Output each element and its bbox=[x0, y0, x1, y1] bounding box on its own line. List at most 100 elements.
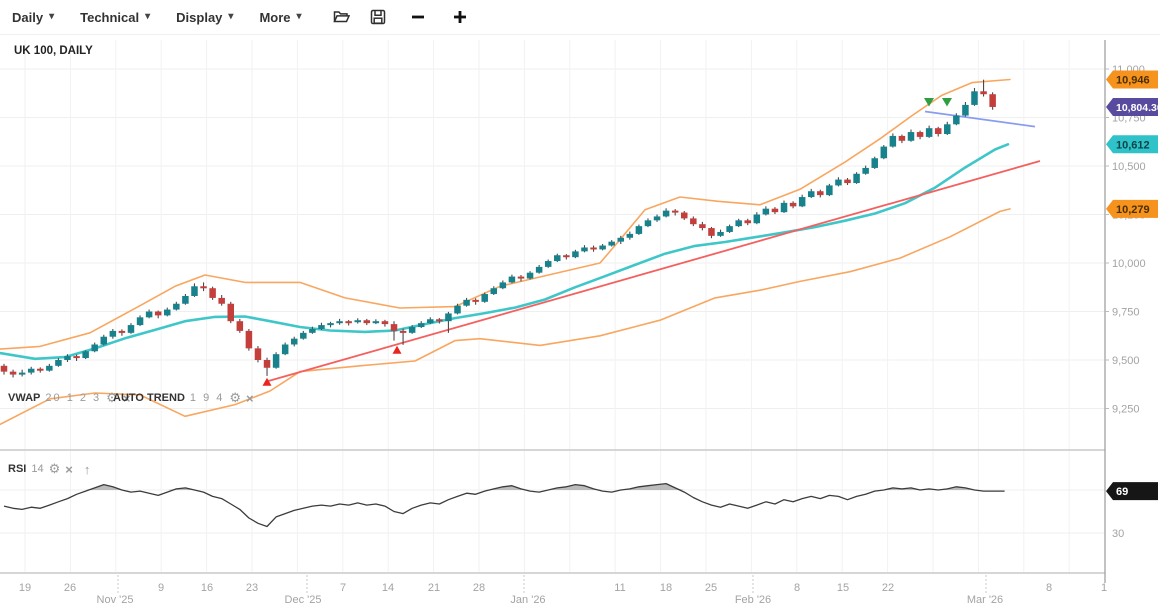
week-tick-label: 16 bbox=[201, 582, 213, 594]
candle bbox=[463, 300, 470, 306]
price-tick-label: 10,500 bbox=[1112, 161, 1146, 173]
resistance-trendline bbox=[925, 111, 1035, 126]
open-folder-icon bbox=[333, 9, 350, 25]
support-trendline bbox=[268, 161, 1040, 381]
candle bbox=[672, 211, 679, 213]
candle bbox=[400, 331, 407, 333]
price-badge: 10,946 bbox=[1106, 70, 1158, 88]
candle bbox=[336, 321, 343, 323]
candle bbox=[436, 319, 443, 321]
candle bbox=[581, 247, 588, 251]
move-pane-up-icon[interactable]: ↑ bbox=[84, 462, 91, 477]
candle bbox=[572, 251, 579, 257]
candle bbox=[944, 124, 951, 134]
zoom-in-button[interactable] bbox=[443, 4, 477, 30]
candle bbox=[763, 209, 770, 215]
minus-icon bbox=[410, 9, 426, 25]
buy-signal-marker bbox=[263, 378, 272, 386]
candle bbox=[599, 246, 606, 250]
candle bbox=[881, 147, 888, 159]
candle bbox=[91, 344, 98, 351]
candle bbox=[200, 286, 207, 288]
week-tick-label: 8 bbox=[1046, 582, 1052, 594]
candle bbox=[890, 136, 897, 147]
week-tick-label: 23 bbox=[246, 582, 258, 594]
candle bbox=[354, 320, 361, 322]
chevron-down-icon: ▾ bbox=[297, 12, 302, 22]
candle bbox=[536, 267, 543, 273]
candle bbox=[808, 191, 815, 197]
week-tick-label: 1 bbox=[1101, 582, 1107, 594]
candle bbox=[726, 226, 733, 232]
candle bbox=[663, 211, 670, 217]
candle bbox=[908, 132, 915, 141]
more-menu-label: More bbox=[259, 10, 290, 25]
technical-menu[interactable]: Technical ▾ bbox=[68, 4, 162, 31]
month-tick-label: Nov '25 bbox=[97, 594, 134, 606]
candle bbox=[255, 348, 262, 360]
candle bbox=[309, 329, 316, 333]
candle bbox=[209, 288, 216, 298]
rsi-params: 14 bbox=[31, 463, 43, 475]
candle bbox=[980, 91, 987, 94]
candle bbox=[690, 218, 697, 224]
close-icon[interactable]: × bbox=[65, 462, 73, 477]
price-tick-label: 9,500 bbox=[1112, 355, 1140, 367]
price-tick-label: 10,000 bbox=[1112, 258, 1146, 270]
candle bbox=[844, 180, 851, 183]
candle bbox=[826, 185, 833, 195]
candle bbox=[781, 203, 788, 212]
candle bbox=[645, 220, 652, 226]
time-axis[interactable]: 19269162371421281118258152281Nov '25Dec … bbox=[19, 582, 1107, 606]
candle bbox=[101, 337, 108, 345]
zoom-out-button[interactable] bbox=[401, 4, 435, 30]
candle bbox=[744, 220, 751, 223]
candle bbox=[110, 331, 117, 337]
candle bbox=[373, 321, 380, 323]
candle bbox=[772, 209, 779, 212]
open-chart-button[interactable] bbox=[324, 4, 359, 30]
price-chart-canvas[interactable]: 11,00010,75010,50010,25010,0009,7509,500… bbox=[0, 0, 1160, 606]
price-tick-label: 9,750 bbox=[1112, 307, 1140, 319]
candle bbox=[853, 174, 860, 183]
gear-icon[interactable]: ⚙ bbox=[49, 461, 61, 477]
candle bbox=[10, 372, 17, 375]
more-menu[interactable]: More ▾ bbox=[247, 4, 313, 31]
candle bbox=[608, 242, 615, 246]
candle bbox=[73, 356, 80, 358]
week-tick-label: 19 bbox=[19, 582, 31, 594]
candle bbox=[835, 180, 842, 186]
candle bbox=[699, 224, 706, 228]
candle bbox=[735, 220, 742, 226]
candle bbox=[64, 356, 71, 360]
vwap-params: 20 1 2 3 bbox=[45, 392, 101, 404]
timeframe-menu[interactable]: Daily ▾ bbox=[0, 4, 66, 31]
save-chart-button[interactable] bbox=[361, 4, 395, 30]
candle bbox=[364, 320, 371, 323]
chevron-down-icon: ▾ bbox=[145, 12, 150, 22]
svg-text:69: 69 bbox=[1116, 486, 1128, 498]
chart-toolbar: Daily ▾ Technical ▾ Display ▾ More ▾ bbox=[0, 0, 1160, 35]
auto-trend-indicator-legend: AUTO TREND 1 9 4 ⚙ × bbox=[113, 390, 254, 406]
close-icon[interactable]: × bbox=[246, 391, 254, 406]
candle bbox=[327, 323, 334, 325]
candle bbox=[300, 333, 307, 339]
candle bbox=[590, 247, 597, 249]
candle bbox=[654, 216, 661, 220]
display-menu[interactable]: Display ▾ bbox=[164, 4, 245, 31]
month-tick-label: Mar '26 bbox=[967, 594, 1003, 606]
candle bbox=[917, 132, 924, 137]
sell-signal-marker bbox=[942, 98, 952, 107]
week-tick-label: 9 bbox=[158, 582, 164, 594]
gear-icon[interactable]: ⚙ bbox=[229, 390, 241, 406]
signal-markers bbox=[263, 98, 953, 386]
candle bbox=[491, 288, 498, 294]
week-tick-label: 25 bbox=[705, 582, 717, 594]
timeframe-menu-label: Daily bbox=[12, 10, 43, 25]
candle bbox=[926, 128, 933, 137]
candle bbox=[509, 277, 516, 283]
candle bbox=[273, 354, 280, 368]
candle bbox=[246, 331, 253, 348]
auto-trend-name: AUTO TREND bbox=[113, 392, 185, 404]
rsi-badge: 69 bbox=[1106, 482, 1158, 500]
